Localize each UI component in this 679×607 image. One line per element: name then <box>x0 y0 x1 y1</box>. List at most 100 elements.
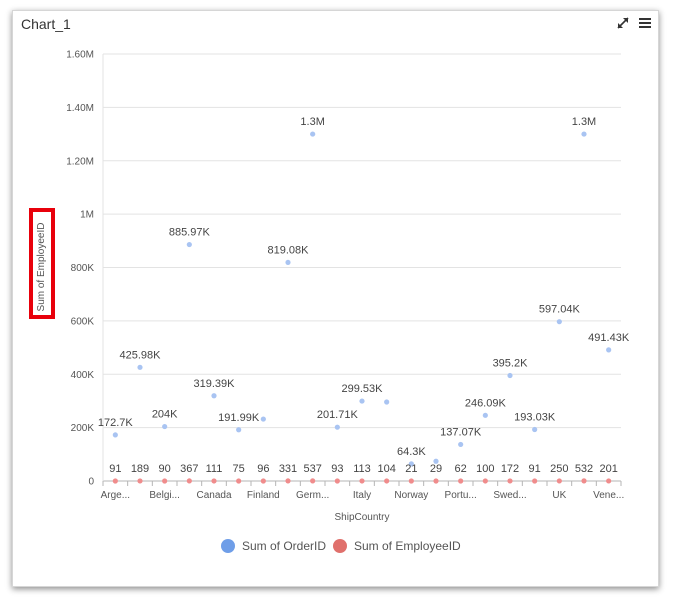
x-axis: Arge... Belgi... Canada Finland Germ... Italy… <box>101 481 624 501</box>
x-tick-label: Norway <box>394 490 428 501</box>
y-tick-label: 1M <box>80 210 94 221</box>
y-tick-label: 1.40M <box>66 103 94 114</box>
data-point[interactable] <box>310 131 316 137</box>
data-point[interactable] <box>384 399 390 405</box>
data-point[interactable] <box>112 432 118 438</box>
data-point[interactable] <box>137 478 143 484</box>
data-label: 1.3M <box>572 116 596 128</box>
legend: Sum of OrderID Sum of EmployeeID <box>221 539 461 553</box>
data-point[interactable] <box>532 426 538 433</box>
data-label: 201.71K <box>317 409 359 421</box>
data-label: 90 <box>159 463 171 475</box>
data-point[interactable] <box>310 478 316 484</box>
data-label: 537 <box>303 463 321 475</box>
data-point[interactable] <box>359 398 365 404</box>
data-point[interactable] <box>186 478 192 484</box>
data-label: 93 <box>331 463 343 475</box>
x-tick-label: Canada <box>196 490 231 501</box>
data-point[interactable] <box>482 412 488 418</box>
data-point[interactable] <box>433 478 439 484</box>
x-tick-label: Arge... <box>101 490 130 501</box>
data-label: 104 <box>377 463 395 475</box>
data-point[interactable] <box>507 478 513 484</box>
data-point[interactable] <box>556 319 562 325</box>
legend-label[interactable]: Sum of EmployeeID <box>354 539 461 553</box>
data-point[interactable] <box>236 478 242 484</box>
data-point[interactable] <box>162 423 168 430</box>
data-point[interactable] <box>285 259 291 266</box>
data-point[interactable] <box>606 347 612 353</box>
y-axis-title: Sum of EmployeeID <box>36 223 47 312</box>
data-point[interactable] <box>211 478 217 484</box>
x-tick-label: Portu... <box>445 490 477 501</box>
data-point[interactable] <box>581 478 587 484</box>
data-label: 91 <box>109 463 121 475</box>
series-layer: 172.7K 425.98K 204K 885.97K 319.39K 191.99K 81… <box>98 116 630 484</box>
x-tick-label: Belgi... <box>149 490 180 501</box>
data-point[interactable] <box>556 478 562 484</box>
data-label: 100 <box>476 463 494 475</box>
scatter-chart: 0 200K 400K 600K 800K 1M 1.20M 1.40M 1.60M Arge.… <box>29 50 630 553</box>
data-label: 75 <box>233 463 245 475</box>
data-point[interactable] <box>458 441 464 448</box>
data-point[interactable] <box>260 478 266 484</box>
data-point[interactable] <box>334 478 340 484</box>
data-label: 113 <box>353 463 371 475</box>
x-axis-title: ShipCountry <box>334 512 389 523</box>
data-point[interactable] <box>236 427 242 433</box>
y-tick-label: 1.20M <box>66 156 94 167</box>
data-label: 29 <box>430 463 442 475</box>
data-label: 204K <box>152 409 178 421</box>
data-label: 1.3M <box>300 116 324 128</box>
data-label: 532 <box>575 463 593 475</box>
data-point[interactable] <box>260 416 266 422</box>
data-label: 201 <box>599 463 617 475</box>
y-tick-label: 200K <box>71 423 95 434</box>
data-point[interactable] <box>482 478 488 484</box>
data-label: 189 <box>131 463 149 475</box>
data-point[interactable] <box>162 478 168 484</box>
data-label: 21 <box>405 463 417 475</box>
data-label: 191.99K <box>218 412 260 424</box>
data-label: 246.09K <box>465 397 507 409</box>
data-label: 597.04K <box>539 304 581 316</box>
data-label: 395.2K <box>493 358 529 370</box>
x-tick-label: Germ... <box>296 490 329 501</box>
data-label: 319.39K <box>194 378 236 390</box>
data-label: 885.97K <box>169 227 211 239</box>
data-point[interactable] <box>137 364 143 370</box>
data-point[interactable] <box>507 372 513 379</box>
data-label: 137.07K <box>440 426 482 438</box>
data-label: 367 <box>180 463 198 475</box>
data-label: 172.7K <box>98 417 134 429</box>
data-point[interactable] <box>285 478 291 484</box>
data-label: 250 <box>550 463 568 475</box>
data-label: 331 <box>279 463 297 475</box>
data-label: 111 <box>206 463 223 475</box>
data-point[interactable] <box>334 424 340 430</box>
data-point[interactable] <box>112 478 118 484</box>
series-sum-of-employeeid: 91 189 90 367 111 75 96 331 537 93 113 104 21 29 62 100… <box>109 463 618 484</box>
data-point[interactable] <box>581 131 587 137</box>
data-point[interactable] <box>384 478 390 484</box>
data-point[interactable] <box>408 478 414 484</box>
data-label: 819.08K <box>268 244 310 256</box>
legend-marker-icon[interactable] <box>333 539 347 553</box>
data-point[interactable] <box>359 478 365 484</box>
x-tick-label: UK <box>552 490 566 501</box>
y-tick-label: 600K <box>71 316 95 327</box>
data-label: 91 <box>529 463 541 475</box>
series-sum-of-orderid: 172.7K 425.98K 204K 885.97K 319.39K 191.99K 81… <box>98 116 630 467</box>
data-point[interactable] <box>211 393 217 399</box>
data-label: 62 <box>455 463 467 475</box>
data-point[interactable] <box>532 478 538 484</box>
data-label: 96 <box>257 463 269 475</box>
y-tick-label: 400K <box>71 370 95 381</box>
legend-label[interactable]: Sum of OrderID <box>242 539 326 553</box>
data-point[interactable] <box>186 241 192 248</box>
legend-marker-icon[interactable] <box>221 539 235 553</box>
data-label: 172 <box>501 463 519 475</box>
data-point[interactable] <box>458 478 464 484</box>
y-tick-label: 800K <box>71 263 95 274</box>
data-point[interactable] <box>606 478 612 484</box>
